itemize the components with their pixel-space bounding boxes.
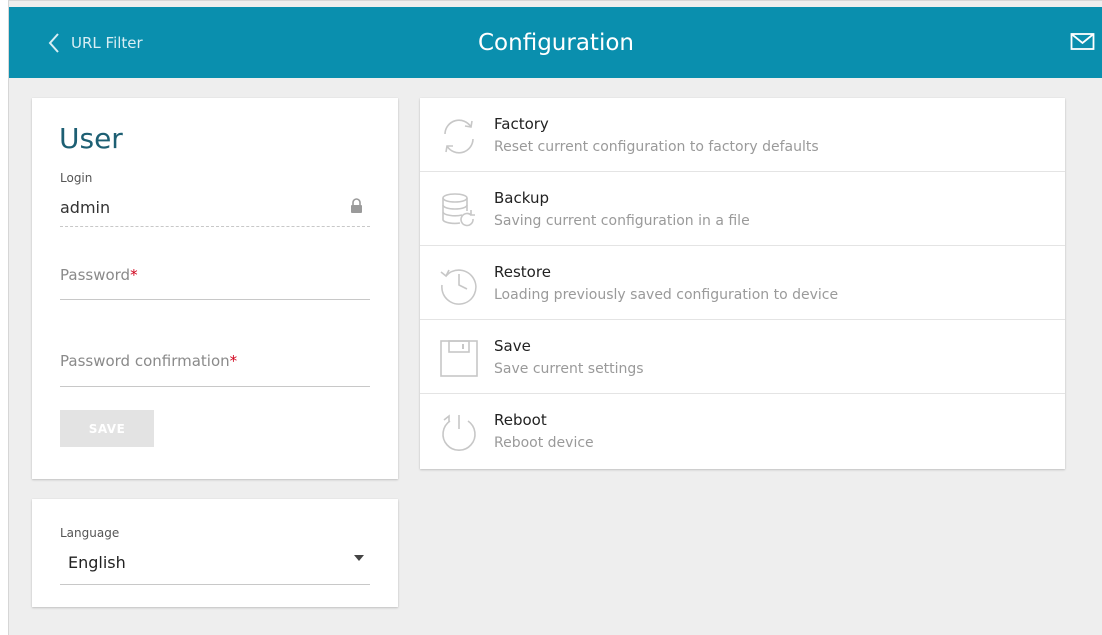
user-title: User [59,122,123,155]
dropdown-arrow-icon[interactable] [354,555,364,561]
save-item[interactable]: Save Save current settings [420,320,1065,394]
database-icon [442,193,475,227]
lock-icon [351,198,362,213]
restore-title: Restore [494,263,551,281]
language-label: Language [60,526,120,540]
login-field: admin [60,198,111,217]
password-placeholder: Password [60,266,131,284]
language-card: Language English [32,499,398,607]
page-title: Configuration [478,29,634,56]
factory-item[interactable]: Factory Reset current configuration to f… [420,98,1065,172]
required-mark: * [130,266,138,284]
reboot-description: Reboot device [494,435,594,451]
required-mark: * [229,352,238,370]
factory-description: Reset current configuration to factory d… [494,139,819,155]
factory-title: Factory [494,115,549,133]
backup-item[interactable]: Backup Saving current configuration in a… [420,172,1065,246]
app-frame: URL Filter Configuration User Login admi… [8,0,1102,635]
user-card: User Login admin Password* Password conf… [32,98,398,479]
mail-icon[interactable] [1070,32,1096,52]
power-icon [442,414,476,451]
password-underline [60,299,370,300]
restore-item[interactable]: Restore Loading previously saved configu… [420,246,1065,320]
configuration-actions-card: Factory Reset current configuration to f… [420,98,1065,469]
restore-description: Loading previously saved configuration t… [494,287,839,303]
password-field[interactable]: Password* [60,266,138,284]
back-button[interactable]: URL Filter [47,7,143,78]
language-underline [60,584,370,585]
top-bar: URL Filter Configuration [9,7,1102,78]
password-confirmation-field[interactable]: Password confirmation* [60,352,237,370]
password-confirmation-underline [60,386,370,387]
save-description: Save current settings [494,361,644,377]
reboot-item[interactable]: Reboot Reboot device [420,394,1065,468]
reboot-title: Reboot [494,411,547,429]
language-select[interactable]: English [68,553,126,572]
password-confirmation-placeholder: Password confirmation [60,352,230,370]
history-icon [440,269,477,305]
backup-description: Saving current configuration in a file [494,213,750,229]
floppy-icon [440,340,478,377]
backup-title: Backup [494,189,549,207]
chevron-left-icon [48,32,59,53]
login-divider [60,226,370,227]
login-label: Login [60,171,93,185]
save-title: Save [494,337,531,355]
back-label: URL Filter [71,33,143,52]
refresh-icon [444,119,474,154]
save-button[interactable]: SAVE [60,410,154,447]
